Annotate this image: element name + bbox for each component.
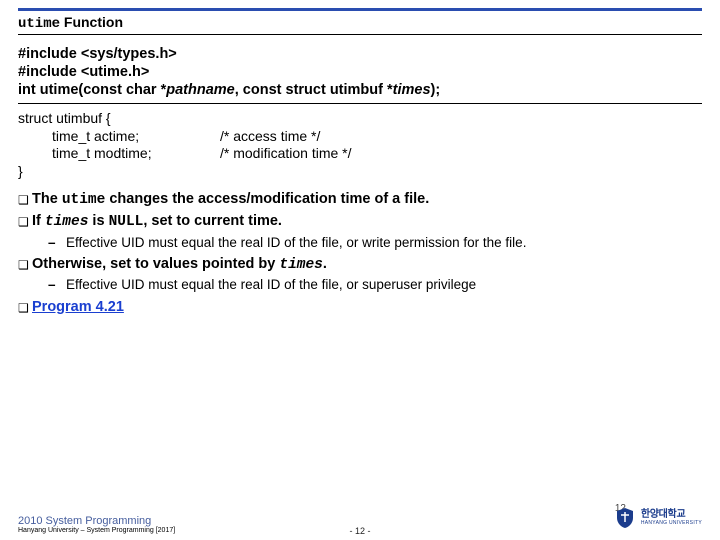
- logo-text-en: HANYANG UNIVERSITY: [641, 520, 702, 526]
- include-line-2: #include <utime.h>: [18, 63, 702, 81]
- title-row: utime Function: [18, 14, 702, 35]
- prototype-line: int utime(const char *pathname, const st…: [18, 81, 702, 99]
- sub-1: – Effective UID must equal the real ID o…: [18, 234, 702, 252]
- dash-icon: –: [48, 234, 66, 252]
- struct-row-2: time_t modtime; /* modification time */: [18, 145, 702, 163]
- bullet-2: ❑ If times is NULL, set to current time.: [18, 212, 702, 233]
- include-line-1: #include <sys/types.h>: [18, 45, 702, 63]
- program-link[interactable]: Program 4.21: [32, 299, 124, 315]
- struct-open: struct utimbuf {: [18, 110, 702, 128]
- title-mono: utime: [18, 16, 60, 32]
- bullet-3: ❑ Otherwise, set to values pointed by ti…: [18, 255, 702, 276]
- struct-row-1: time_t actime; /* access time */: [18, 128, 702, 146]
- sub-2: – Effective UID must equal the real ID o…: [18, 276, 702, 294]
- shield-icon: [613, 506, 637, 530]
- page-title: utime Function: [18, 14, 702, 32]
- struct-block: struct utimbuf { time_t actime; /* acces…: [18, 110, 702, 180]
- bullet-1: ❑ The utime changes the access/modificat…: [18, 190, 702, 211]
- page-number-center: - 12 -: [349, 526, 370, 536]
- title-rest: Function: [60, 14, 123, 30]
- bullet-4: ❑ Program 4.21: [18, 298, 702, 318]
- square-bullet-icon: ❑: [18, 298, 32, 318]
- square-bullet-icon: ❑: [18, 212, 32, 233]
- dash-icon: –: [48, 276, 66, 294]
- square-bullet-icon: ❑: [18, 190, 32, 211]
- header-rule: [18, 8, 702, 11]
- bullets-block: ❑ The utime changes the access/modificat…: [18, 190, 702, 317]
- logo-text-block: 한양대학교 HANYANG UNIVERSITY: [641, 510, 702, 526]
- logo-text-kr: 한양대학교: [641, 510, 702, 520]
- struct-close: }: [18, 163, 702, 181]
- signature-box: #include <sys/types.h> #include <utime.h…: [18, 43, 702, 104]
- square-bullet-icon: ❑: [18, 255, 32, 276]
- university-logo: 한양대학교 HANYANG UNIVERSITY: [613, 506, 702, 530]
